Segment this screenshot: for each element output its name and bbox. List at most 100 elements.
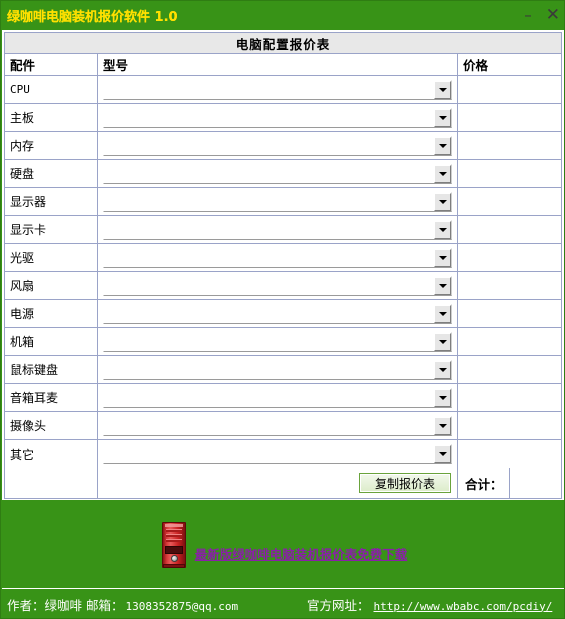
model-combobox[interactable] <box>103 219 452 240</box>
part-label: 机箱 <box>10 335 35 349</box>
window-controls: – ✕ <box>524 1 560 30</box>
author-info: 作者：绿咖啡 邮箱： 1308352875@qq.com <box>2 595 238 614</box>
chevron-down-glyph <box>438 143 447 148</box>
table-footer-row: 复制报价表 合计： <box>5 468 561 498</box>
site-url-link[interactable]: http://www.wbabc.com/pcdiy/ <box>370 600 553 613</box>
price-cell <box>458 272 561 299</box>
footer-model-cell: 复制报价表 <box>98 468 458 498</box>
chevron-down-icon[interactable] <box>434 192 451 211</box>
model-combobox[interactable] <box>103 415 452 436</box>
part-label: 光驱 <box>10 251 35 265</box>
part-label: 风扇 <box>10 279 35 293</box>
table-body: CPU 主板内存硬盘显示器显示卡光驱风扇电源机箱鼠标键盘音箱耳麦摄像头其它 <box>5 76 561 468</box>
model-combobox[interactable] <box>103 79 452 100</box>
part-label: 硬盘 <box>10 167 35 181</box>
part-cell: 其它 <box>5 440 98 468</box>
close-button[interactable]: ✕ <box>546 7 560 24</box>
chevron-down-glyph <box>438 311 447 316</box>
chevron-down-glyph <box>438 255 447 260</box>
download-link[interactable]: 最新版绿咖啡电脑装机报价表免费下载 <box>195 544 408 569</box>
model-combobox[interactable] <box>103 387 452 408</box>
copy-quote-button[interactable]: 复制报价表 <box>359 473 451 493</box>
model-cell <box>98 216 458 243</box>
part-label: 音箱耳麦 <box>10 391 59 405</box>
chevron-down-icon[interactable] <box>434 80 451 99</box>
part-cell: 显示卡 <box>5 216 98 243</box>
part-label: 鼠标键盘 <box>10 363 59 377</box>
model-combobox[interactable] <box>103 191 452 212</box>
pc-tower-bay <box>165 534 182 537</box>
model-combobox[interactable] <box>103 444 452 464</box>
table-row: 鼠标键盘 <box>5 356 561 384</box>
author-label: 作者：绿咖啡 邮箱： <box>7 597 124 613</box>
price-cell <box>458 328 561 355</box>
model-cell <box>98 272 458 299</box>
model-combobox[interactable] <box>103 303 452 324</box>
model-combobox[interactable] <box>103 275 452 296</box>
chevron-down-icon[interactable] <box>434 276 451 295</box>
chevron-down-icon[interactable] <box>434 136 451 155</box>
price-cell <box>458 132 561 159</box>
footer-part-cell <box>5 468 98 498</box>
part-cell: 音箱耳麦 <box>5 384 98 411</box>
price-cell <box>458 216 561 243</box>
pc-tower-shine <box>164 524 183 527</box>
window-title: 绿咖啡电脑装机报价软件 1.0 <box>7 10 178 25</box>
price-cell <box>458 188 561 215</box>
model-combobox[interactable] <box>103 359 452 380</box>
price-cell <box>458 384 561 411</box>
part-cell: 摄像头 <box>5 412 98 439</box>
pc-tower-bay <box>165 529 182 532</box>
model-cell <box>98 300 458 327</box>
model-combobox[interactable] <box>103 247 452 268</box>
table-row: 摄像头 <box>5 412 561 440</box>
chevron-down-icon[interactable] <box>434 388 451 407</box>
chevron-down-glyph <box>438 227 447 232</box>
chevron-down-glyph <box>438 367 447 372</box>
column-header-model-label: 型号 <box>103 58 129 73</box>
model-combobox[interactable] <box>103 107 452 128</box>
part-cell: 显示器 <box>5 188 98 215</box>
promo-inner: 最新版绿咖啡电脑装机报价表免费下载 <box>159 521 408 569</box>
site-info: 官方网址： http://www.wbabc.com/pcdiy/ <box>307 595 552 614</box>
part-label: 显示器 <box>10 195 47 209</box>
model-combobox[interactable] <box>103 135 452 156</box>
part-label: 主板 <box>10 111 35 125</box>
chevron-down-glyph <box>438 115 447 120</box>
table-row: 显示卡 <box>5 216 561 244</box>
part-cell: 主板 <box>5 104 98 131</box>
chevron-down-icon[interactable] <box>434 360 451 379</box>
promo-area: 最新版绿咖啡电脑装机报价表免费下载 <box>2 502 564 580</box>
chevron-down-icon[interactable] <box>434 220 451 239</box>
chevron-down-icon[interactable] <box>434 164 451 183</box>
part-cell: 光驱 <box>5 244 98 271</box>
part-label: 其它 <box>10 447 35 462</box>
chevron-down-icon[interactable] <box>434 108 451 127</box>
site-label: 官方网址： <box>307 597 370 613</box>
model-cell <box>98 412 458 439</box>
model-cell <box>98 188 458 215</box>
table-row: 电源 <box>5 300 561 328</box>
part-label: 内存 <box>10 139 35 153</box>
model-combobox[interactable] <box>103 331 452 352</box>
app-window: 绿咖啡电脑装机报价软件 1.0 – ✕ 电脑配置报价表 配件 型号 价格 CPU… <box>0 0 565 619</box>
table-header-row: 配件 型号 价格 <box>5 54 561 76</box>
part-label: CPU <box>10 83 30 96</box>
price-cell <box>458 300 561 327</box>
chevron-down-icon[interactable] <box>434 416 451 435</box>
minimize-button[interactable]: – <box>524 7 532 24</box>
chevron-down-icon[interactable] <box>434 445 451 463</box>
table-row: 主板 <box>5 104 561 132</box>
chevron-down-icon[interactable] <box>434 332 451 351</box>
chevron-down-icon[interactable] <box>434 304 451 323</box>
model-cell <box>98 440 458 468</box>
model-cell <box>98 104 458 131</box>
pc-tower-power-button-icon <box>170 555 178 562</box>
column-header-part: 配件 <box>5 54 98 75</box>
model-combobox[interactable] <box>103 163 452 184</box>
column-header-price-label: 价格 <box>463 58 489 73</box>
total-value <box>508 468 556 498</box>
quote-table: 配件 型号 价格 CPU 主板内存硬盘显示器显示卡光驱风扇电源机箱鼠标键盘音箱耳麦… <box>4 54 562 499</box>
chevron-down-icon[interactable] <box>434 248 451 267</box>
price-cell <box>458 160 561 187</box>
